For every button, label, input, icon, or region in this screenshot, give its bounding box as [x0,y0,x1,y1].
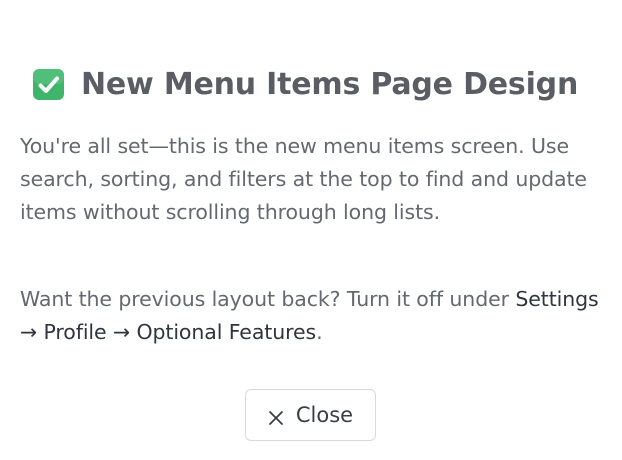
dialog-description: You're all set—this is the new menu item… [20,134,587,224]
settings-hint: Want the previous layout back? Turn it o… [20,283,605,349]
close-button[interactable]: Close [245,389,376,441]
check-mark-icon [32,68,65,101]
dialog-header: New Menu Items Page Design [32,62,578,106]
dialog-title: New Menu Items Page Design [81,66,579,102]
settings-hint-prefix: Want the previous layout back? Turn it o… [20,287,516,311]
close-icon [268,407,284,425]
settings-hint-suffix: . [316,320,323,344]
new-design-dialog: New Menu Items Page Design You're all se… [0,0,622,460]
close-button-label: Close [295,403,354,427]
